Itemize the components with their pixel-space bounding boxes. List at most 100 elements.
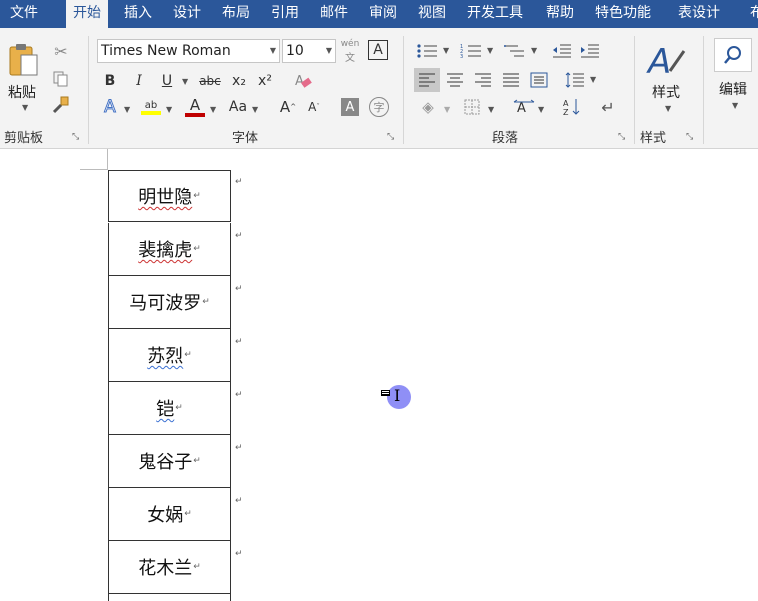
shading-button[interactable]: ◈	[416, 96, 440, 118]
distributed-icon	[530, 72, 548, 88]
outdent-icon	[553, 44, 571, 58]
phonetic-label: wén	[340, 38, 360, 49]
table-row[interactable]: 苏烈 ↵	[108, 329, 231, 382]
format-painter-button[interactable]	[50, 94, 72, 116]
styles-launcher-icon[interactable]: ⤡	[686, 132, 693, 142]
character-shading-button[interactable]: A	[341, 98, 359, 116]
numbering-dropdown-icon[interactable]: ▼	[487, 46, 493, 55]
paragraph-mark: ↵	[184, 350, 192, 360]
tab-file[interactable]: 文件	[3, 0, 45, 28]
tab-design[interactable]: 设计	[166, 0, 208, 28]
change-case-button[interactable]: Aa	[226, 96, 250, 118]
editing-label[interactable]: 编辑	[719, 79, 747, 99]
line-spacing-button[interactable]	[562, 68, 588, 92]
paste-dropdown-icon[interactable]: ▼	[22, 103, 28, 112]
tab-mailings[interactable]: 邮件	[313, 0, 355, 28]
font-color-bar	[185, 113, 205, 117]
cursor-tag-icon	[381, 390, 390, 396]
bold-button[interactable]: B	[99, 70, 121, 92]
text-effects-button[interactable]: A	[99, 96, 121, 118]
superscript-button[interactable]: x²	[254, 70, 276, 92]
font-color-button[interactable]: A	[184, 94, 206, 120]
ribbon-tab-bar: 文件 开始 插入 设计 布局 引用 邮件 审阅 视图 开发工具 帮助 特色功能 …	[0, 0, 758, 28]
editing-dropdown-icon[interactable]: ▼	[732, 101, 738, 110]
paragraph-launcher-icon[interactable]: ⤡	[618, 132, 625, 142]
font-size-combo[interactable]: 10 ▼	[282, 39, 336, 63]
numbering-button[interactable]: 123	[458, 40, 484, 62]
tab-table-design[interactable]: 表设计	[671, 0, 727, 28]
table-row[interactable]: 花木兰 ↵	[108, 541, 231, 594]
highlight-button[interactable]: ab	[140, 94, 162, 120]
multilevel-dropdown-icon[interactable]: ▼	[531, 46, 537, 55]
styles-dropdown-icon[interactable]: ▼	[665, 104, 671, 113]
bullets-dropdown-icon[interactable]: ▼	[443, 46, 449, 55]
styles-gallery-button[interactable]: A	[644, 40, 688, 80]
tab-help[interactable]: 帮助	[539, 0, 581, 28]
subscript-button[interactable]: x₂	[228, 70, 250, 92]
tab-layout[interactable]: 布局	[215, 0, 257, 28]
cell-text: 女娲	[147, 505, 184, 526]
font-color-dropdown-icon[interactable]: ▼	[210, 105, 216, 114]
clipboard-launcher-icon[interactable]: ⤡	[72, 132, 79, 142]
paste-button[interactable]	[6, 40, 42, 80]
chinese-layout-button[interactable]: A	[512, 96, 536, 118]
table-row[interactable]: 女娲 ↵	[108, 488, 231, 541]
table-row[interactable]: 鬼谷子 ↵	[108, 435, 231, 488]
table-row[interactable]: 铠 ↵	[108, 382, 231, 435]
character-border-button[interactable]: A	[368, 40, 388, 60]
document-canvas[interactable]: 明世隐 ↵ ↵ 裴擒虎 ↵ ↵ 马可波罗 ↵ ↵ 苏烈 ↵ ↵ 铠 ↵ ↵ 鬼谷子 ↵ ↵ …	[0, 149, 758, 601]
svg-text:3: 3	[460, 54, 463, 59]
tab-insert[interactable]: 插入	[117, 0, 159, 28]
tab-review[interactable]: 审阅	[362, 0, 404, 28]
phonetic-icon: 文	[345, 52, 355, 64]
change-case-dropdown-icon[interactable]: ▼	[252, 105, 258, 114]
distributed-button[interactable]	[526, 68, 552, 92]
text-effects-dropdown-icon[interactable]: ▼	[124, 105, 130, 114]
strikethrough-button[interactable]: abc	[196, 70, 224, 92]
italic-button[interactable]: I	[128, 70, 150, 92]
borders-dropdown-icon[interactable]: ▼	[488, 105, 494, 114]
row-end-mark: ↵	[235, 390, 243, 400]
tab-developer[interactable]: 开发工具	[460, 0, 530, 28]
chinese-layout-dropdown-icon[interactable]: ▼	[538, 105, 544, 114]
copy-button[interactable]	[50, 68, 72, 90]
bullets-button[interactable]	[414, 40, 440, 62]
align-right-button[interactable]	[470, 68, 496, 92]
phonetic-guide-button[interactable]: wén 文	[340, 38, 360, 64]
shading-dropdown-icon[interactable]: ▼	[444, 105, 450, 114]
enclose-characters-button[interactable]: 字	[369, 97, 389, 117]
underline-button[interactable]: U	[156, 70, 178, 92]
underline-dropdown-icon[interactable]: ▼	[182, 77, 188, 86]
find-button[interactable]	[714, 38, 752, 72]
tab-view[interactable]: 视图	[411, 0, 453, 28]
multilevel-list-button[interactable]	[502, 40, 528, 62]
align-center-button[interactable]	[442, 68, 468, 92]
tab-home[interactable]: 开始	[66, 0, 108, 28]
align-left-icon	[419, 73, 435, 87]
cut-button[interactable]: ✂	[50, 40, 72, 62]
table-row[interactable]	[108, 594, 231, 601]
font-size-value: 10	[286, 43, 304, 59]
justify-button[interactable]	[498, 68, 524, 92]
align-left-button[interactable]	[414, 68, 440, 92]
borders-button[interactable]	[460, 96, 484, 118]
tab-references[interactable]: 引用	[264, 0, 306, 28]
ribbon: 粘贴 ▼ ✂ 剪贴板 ⤡ Times New Roman ▼ 10 ▼ wén …	[0, 28, 758, 149]
clear-formatting-button[interactable]: A	[292, 70, 314, 92]
table-row[interactable]: 马可波罗 ↵	[108, 276, 231, 329]
line-spacing-dropdown-icon[interactable]: ▼	[590, 75, 596, 84]
shrink-font-button[interactable]: Aˇ	[304, 96, 324, 118]
increase-indent-button[interactable]	[578, 40, 602, 62]
table-row[interactable]: 明世隐 ↵	[108, 170, 231, 222]
tab-special-features[interactable]: 特色功能	[588, 0, 658, 28]
highlight-dropdown-icon[interactable]: ▼	[166, 105, 172, 114]
show-marks-button[interactable]: ↵	[596, 96, 620, 118]
table-row[interactable]: 裴擒虎 ↵	[108, 223, 231, 276]
font-launcher-icon[interactable]: ⤡	[387, 132, 394, 142]
tab-table-layout[interactable]: 布	[743, 0, 758, 28]
shading-a-icon: A	[345, 99, 355, 115]
grow-font-button[interactable]: A ^	[278, 96, 298, 118]
font-name-combo[interactable]: Times New Roman ▼	[97, 39, 280, 63]
decrease-indent-button[interactable]	[550, 40, 574, 62]
sort-button[interactable]: AZ	[560, 96, 584, 118]
